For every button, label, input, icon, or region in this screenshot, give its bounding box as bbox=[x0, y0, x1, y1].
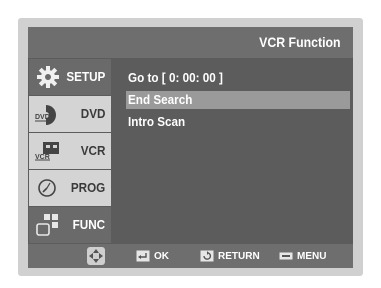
menu-item-label: End Search bbox=[128, 92, 193, 107]
sidebar-item-func[interactable]: FUNC bbox=[29, 207, 111, 243]
menu-item-goto[interactable]: Go to [ 0: 00: 00 ] bbox=[126, 69, 233, 87]
footer-bar: OK RETURN MENU bbox=[28, 244, 353, 268]
menu-item-label: Go to [ 0: 00: 00 ] bbox=[128, 70, 223, 85]
ok-hint[interactable]: OK bbox=[136, 248, 169, 264]
navigation-pad-icon bbox=[87, 247, 105, 265]
menu-panel: Go to [ 0: 00: 00 ] End Search Intro Sca… bbox=[118, 58, 353, 244]
sidebar-item-label: VCR bbox=[80, 143, 105, 158]
return-hint[interactable]: RETURN bbox=[200, 248, 260, 264]
return-arrow-icon bbox=[200, 250, 214, 262]
sidebar-item-label: DVD bbox=[80, 106, 105, 121]
vcr-tape-icon: VCR bbox=[35, 142, 59, 161]
ok-label: OK bbox=[154, 250, 169, 262]
menu-item-end-search[interactable]: End Search bbox=[126, 91, 350, 109]
sidebar-item-dvd[interactable]: DVD DVD bbox=[29, 96, 111, 132]
gear-icon bbox=[37, 66, 59, 88]
menu-item-label: Intro Scan bbox=[128, 114, 186, 129]
page-title: VCR Function bbox=[259, 34, 341, 50]
sidebar-item-label: FUNC bbox=[72, 217, 105, 232]
sidebar-item-label: PROG bbox=[70, 180, 105, 195]
sidebar: SETUP DVD DVD VCR VCR PROG FUNC bbox=[28, 58, 112, 244]
menu-button-icon bbox=[279, 252, 293, 260]
vcr-icon-text: VCR bbox=[35, 154, 50, 161]
menu-hint[interactable]: MENU bbox=[279, 248, 326, 264]
menu-item-intro-scan[interactable]: Intro Scan bbox=[126, 113, 192, 131]
dvd-icon-text: DVD bbox=[35, 114, 50, 121]
sidebar-item-label: SETUP bbox=[65, 69, 105, 84]
clock-icon bbox=[38, 179, 56, 197]
sidebar-item-prog[interactable]: PROG bbox=[29, 170, 111, 206]
device-frame: VCR Function SETUP DVD DVD VCR VCR PROG … bbox=[18, 18, 363, 276]
sidebar-item-setup[interactable]: SETUP bbox=[29, 59, 111, 95]
menu-label: MENU bbox=[297, 250, 327, 262]
sidebar-item-vcr[interactable]: VCR VCR bbox=[29, 133, 111, 169]
enter-button-icon bbox=[136, 250, 150, 262]
osd-screen: VCR Function SETUP DVD DVD VCR VCR PROG … bbox=[28, 27, 353, 268]
function-icon bbox=[36, 214, 58, 236]
header-bar: VCR Function bbox=[28, 27, 353, 58]
return-label: RETURN bbox=[218, 250, 260, 262]
dvd-disc-icon: DVD bbox=[35, 105, 56, 125]
